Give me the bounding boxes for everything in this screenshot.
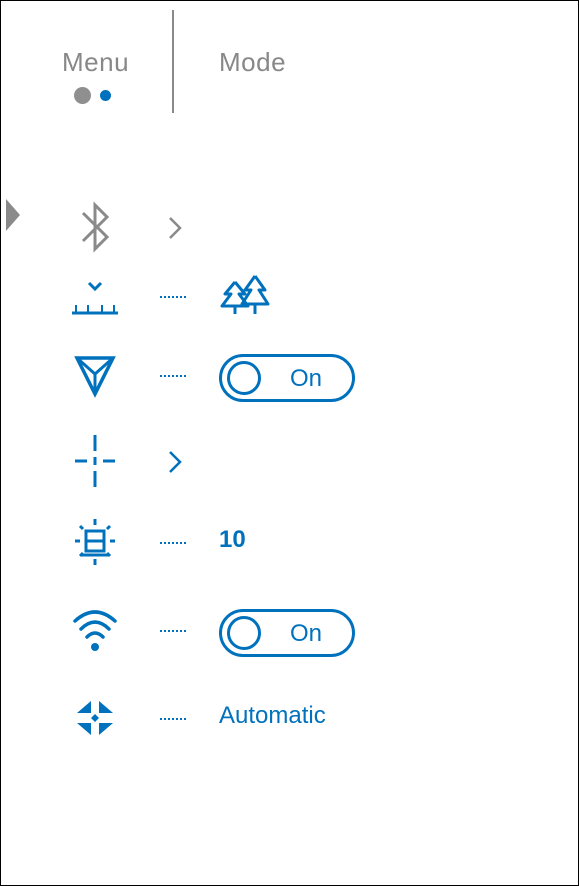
filter-toggle[interactable]: On xyxy=(219,354,355,402)
page-dot-active xyxy=(100,90,111,101)
mode-arrows-icon xyxy=(70,688,120,748)
chevron-right-icon[interactable] xyxy=(164,214,186,242)
wifi-toggle[interactable]: On xyxy=(219,609,355,657)
setting-row-wifi[interactable]: On xyxy=(0,600,579,660)
filter-icon xyxy=(70,345,120,405)
page-dot-inactive xyxy=(74,87,91,104)
forest-icon xyxy=(219,274,271,323)
setting-row-filter[interactable]: On xyxy=(0,345,579,405)
setting-row-reticle[interactable] xyxy=(0,431,579,491)
mode-value: Automatic xyxy=(219,702,326,729)
tab-mode[interactable]: Mode xyxy=(219,47,286,78)
crosshair-icon xyxy=(70,431,120,491)
chevron-right-icon[interactable] xyxy=(164,448,186,476)
wifi-icon xyxy=(70,600,120,660)
leader-dots xyxy=(160,375,186,379)
setting-row-mode[interactable]: Automatic xyxy=(0,688,579,748)
leader-dots xyxy=(160,630,186,634)
tab-divider xyxy=(172,10,174,113)
leader-dots xyxy=(160,542,186,546)
brightness-value: 10 xyxy=(219,526,246,553)
toggle-label: On xyxy=(290,620,323,647)
setting-row-bluetooth[interactable] xyxy=(0,197,579,257)
calibration-icon xyxy=(70,266,120,326)
bluetooth-icon xyxy=(70,197,120,257)
tab-menu[interactable]: Menu xyxy=(62,47,129,78)
toggle-knob xyxy=(227,361,261,395)
brightness-icon xyxy=(70,512,120,572)
leader-dots xyxy=(160,296,186,300)
setting-row-brightness[interactable]: 10 xyxy=(0,512,579,572)
toggle-label: On xyxy=(290,365,323,392)
toggle-knob xyxy=(227,616,261,650)
leader-dots xyxy=(160,718,186,722)
setting-row-calibration[interactable] xyxy=(0,266,579,326)
